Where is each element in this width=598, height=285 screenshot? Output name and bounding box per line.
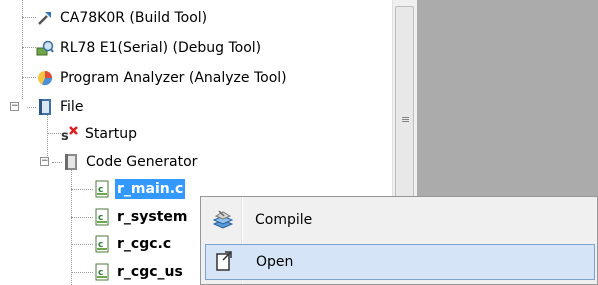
- analyze-tool-icon: [36, 69, 54, 87]
- tree-item-label: Code Generator: [86, 154, 198, 170]
- tree-item-debug-tool[interactable]: RL78 E1(Serial) (Debug Tool): [36, 37, 263, 59]
- tree-item-startup[interactable]: s Startup: [61, 123, 139, 145]
- folder-icon: [62, 153, 80, 171]
- tree-item-label: CA78K0R (Build Tool): [60, 10, 208, 26]
- tree-item-r-system[interactable]: c r_system: [93, 206, 189, 228]
- tree-item-label: r_cgc_us: [117, 264, 183, 280]
- compile-icon: [211, 208, 235, 232]
- build-tool-icon: [36, 9, 54, 27]
- context-menu: Compile Open: [200, 196, 598, 285]
- tree-item-r-cgc[interactable]: c r_cgc.c: [93, 233, 173, 255]
- c-file-icon: c: [93, 208, 111, 226]
- tree-item-file[interactable]: File: [36, 96, 85, 118]
- tree-item-label: r_system: [117, 209, 188, 225]
- tree-item-code-generator[interactable]: Code Generator: [62, 151, 199, 173]
- tree-item-analyze-tool[interactable]: Program Analyzer (Analyze Tool): [36, 67, 289, 89]
- c-file-icon: c: [93, 180, 111, 198]
- menu-item-label: Open: [256, 254, 294, 270]
- code-generator-expander[interactable]: −: [40, 157, 49, 166]
- c-file-icon: c: [93, 235, 111, 253]
- menu-item-label: Compile: [255, 212, 313, 228]
- tree-item-label: r_main.c: [115, 179, 186, 199]
- svg-text:s: s: [61, 129, 69, 143]
- tree-item-label: File: [60, 99, 84, 115]
- menu-item-open[interactable]: Open: [205, 244, 595, 280]
- tree-item-build-tool[interactable]: CA78K0R (Build Tool): [36, 7, 209, 29]
- tree-item-label: Program Analyzer (Analyze Tool): [60, 70, 287, 86]
- folder-icon: [36, 98, 54, 116]
- scrollbar-grip-icon: ≡: [401, 113, 411, 126]
- tree-item-label: Startup: [85, 126, 137, 142]
- open-file-icon: [212, 250, 236, 274]
- tree-item-label: RL78 E1(Serial) (Debug Tool): [60, 40, 262, 56]
- file-expander[interactable]: −: [10, 102, 19, 111]
- tree-item-r-cgc-user[interactable]: c r_cgc_us: [93, 261, 185, 283]
- debug-tool-icon: [36, 39, 54, 57]
- tree-item-label: r_cgc.c: [117, 236, 172, 252]
- c-file-icon: c: [93, 263, 111, 281]
- tree-item-r-main[interactable]: c r_main.c: [93, 178, 186, 200]
- startup-icon: s: [61, 125, 79, 144]
- menu-item-compile[interactable]: Compile: [205, 202, 595, 238]
